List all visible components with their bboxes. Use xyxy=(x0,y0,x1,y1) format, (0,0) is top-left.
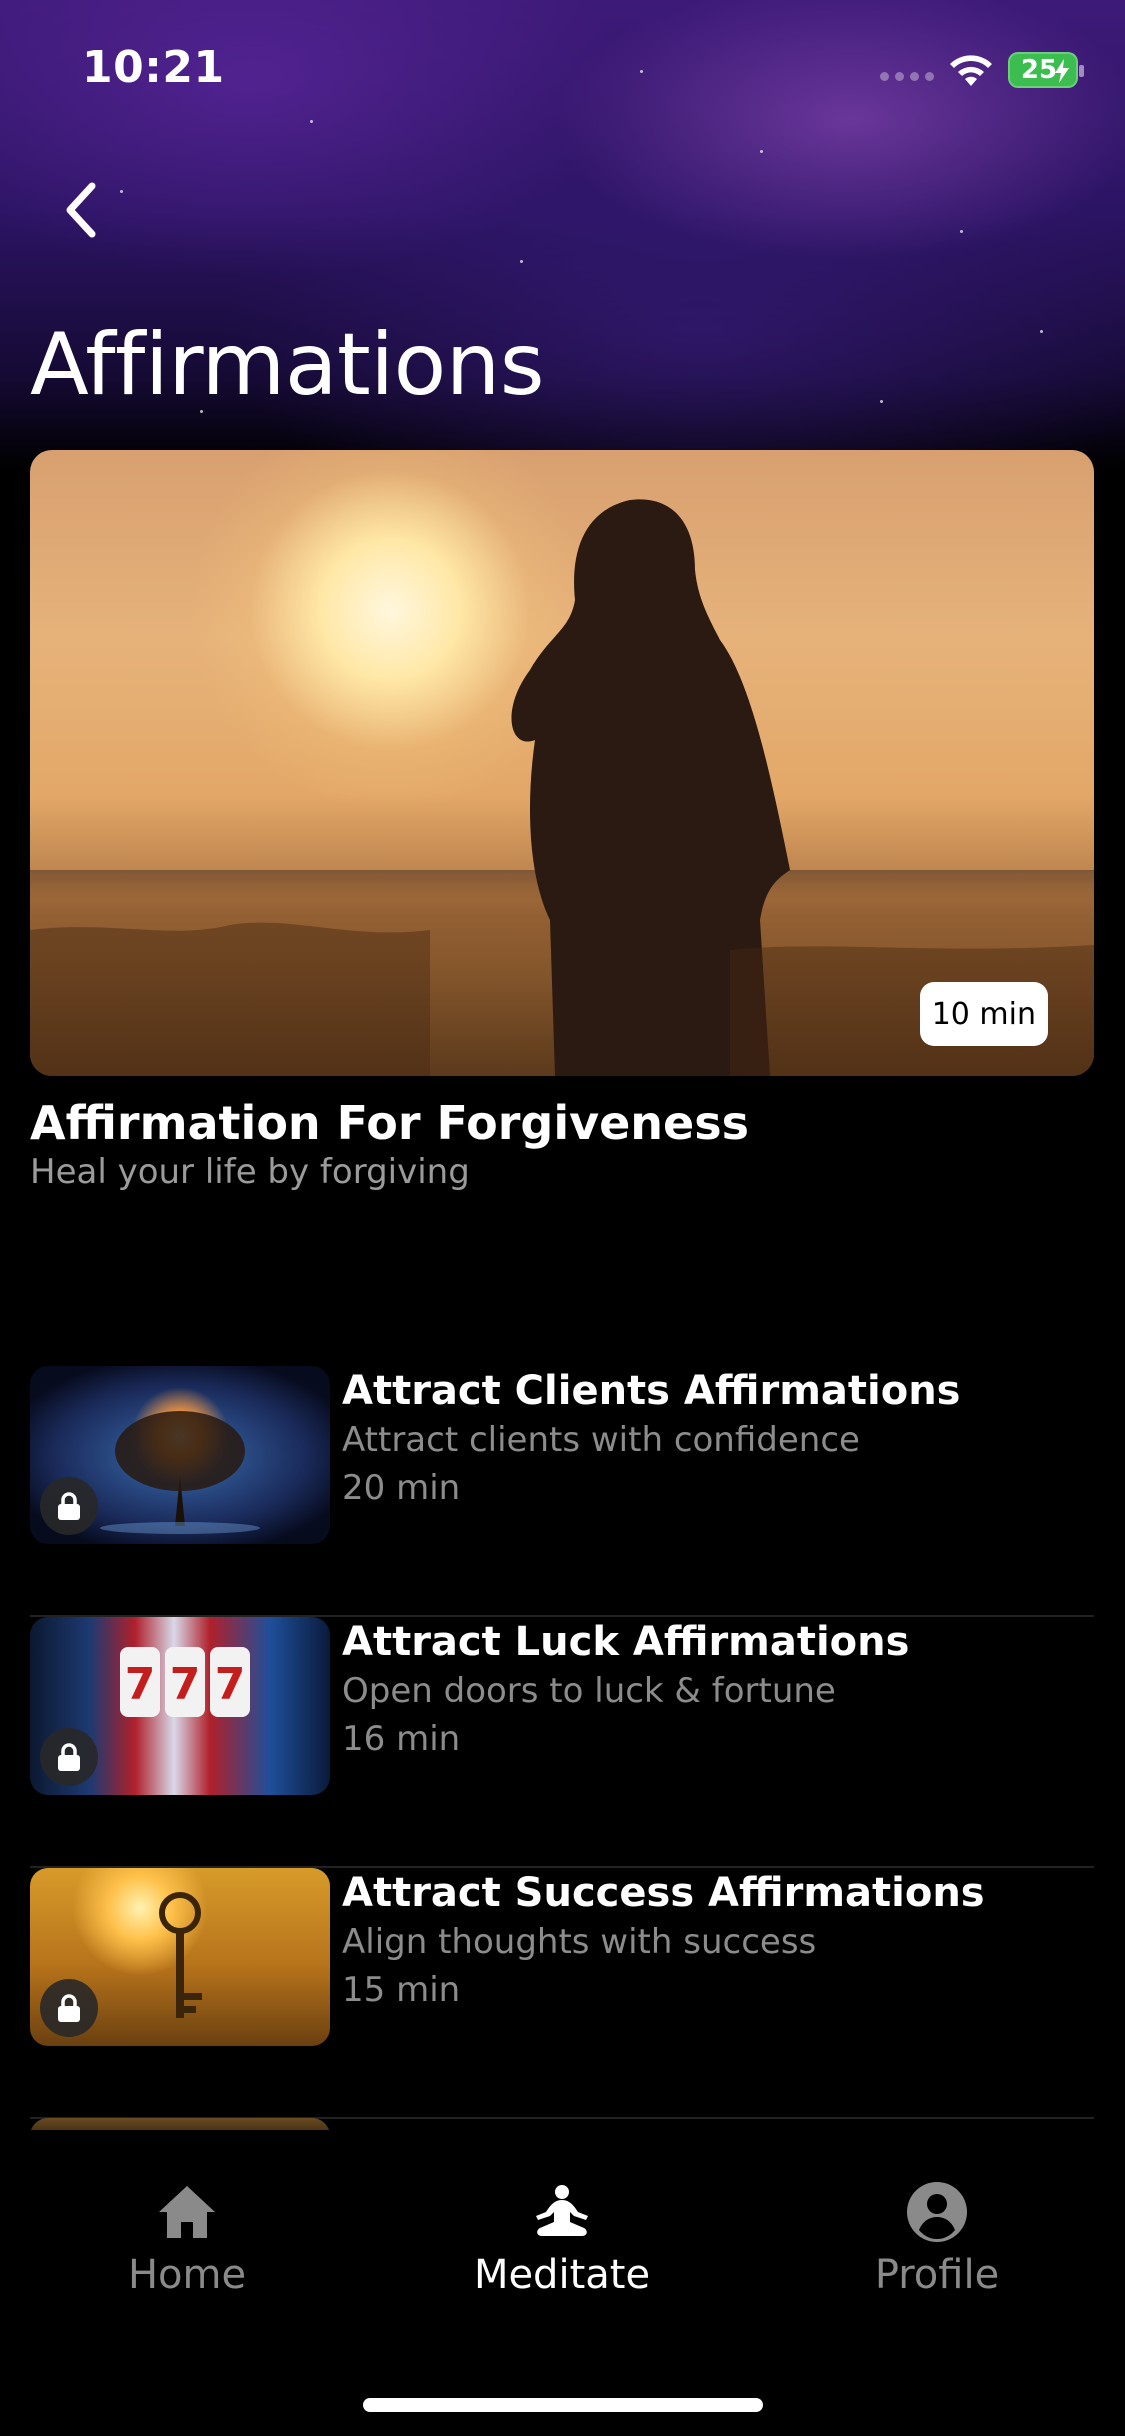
duration-badge: 10 min xyxy=(919,982,1048,1046)
svg-text:7: 7 xyxy=(215,1659,246,1710)
battery-indicator: 25 xyxy=(1008,52,1084,88)
svg-text:7: 7 xyxy=(170,1659,201,1710)
tab-label: Meditate xyxy=(473,2252,651,2298)
chevron-left-icon xyxy=(66,182,96,238)
item-duration: 16 min xyxy=(342,1719,461,1759)
session-thumbnail xyxy=(30,1868,330,2046)
item-subtitle: Open doors to luck & fortune xyxy=(342,1671,836,1711)
tab-profile[interactable]: Profile xyxy=(807,2180,1067,2320)
status-time: 10:21 xyxy=(82,42,225,93)
meditate-icon xyxy=(536,2185,588,2236)
featured-subtitle: Heal your life by forgiving xyxy=(30,1152,470,1192)
lock-icon xyxy=(40,1477,98,1535)
item-subtitle: Attract clients with confidence xyxy=(342,1420,860,1460)
home-indicator[interactable] xyxy=(363,2398,763,2412)
page-title: Affirmations xyxy=(30,315,545,415)
item-duration: 20 min xyxy=(342,1468,461,1508)
lock-icon xyxy=(40,1728,98,1786)
item-subtitle: Align thoughts with success xyxy=(342,1922,817,1962)
profile-icon xyxy=(907,2182,967,2242)
featured-session-card[interactable]: 10 min xyxy=(30,450,1094,1076)
back-button[interactable] xyxy=(52,170,112,250)
tab-label: Home xyxy=(127,2252,247,2298)
item-title: Attract Clients Affirmations xyxy=(342,1368,961,1414)
cellular-signal-icon xyxy=(880,72,934,81)
list-item[interactable]: 7 7 7 Attract Luck Affirmations Open doo… xyxy=(30,1617,1094,1868)
charging-icon xyxy=(1055,59,1069,83)
item-title: Attract Success Affirmations xyxy=(342,1870,985,1916)
tab-label: Profile xyxy=(874,2252,1000,2298)
session-list: Attract Clients Affirmations Attract cli… xyxy=(30,1366,1094,2119)
list-item[interactable]: Attract Clients Affirmations Attract cli… xyxy=(30,1366,1094,1617)
list-item[interactable]: Attract Success Affirmations Align thoug… xyxy=(30,1868,1094,2119)
tab-home[interactable]: Home xyxy=(57,2180,317,2320)
status-bar: 10:21 25 xyxy=(0,0,1125,140)
featured-title[interactable]: Affirmation For Forgiveness xyxy=(30,1096,749,1150)
item-duration: 15 min xyxy=(342,1970,461,2010)
wifi-icon xyxy=(950,55,992,86)
session-thumbnail xyxy=(30,1366,330,1544)
svg-text:7: 7 xyxy=(125,1659,156,1710)
tab-meditate[interactable]: Meditate xyxy=(432,2180,692,2320)
home-icon xyxy=(159,2186,215,2238)
item-title: Attract Luck Affirmations xyxy=(342,1619,910,1665)
lock-icon xyxy=(40,1979,98,2037)
session-thumbnail: 7 7 7 xyxy=(30,1617,330,1795)
